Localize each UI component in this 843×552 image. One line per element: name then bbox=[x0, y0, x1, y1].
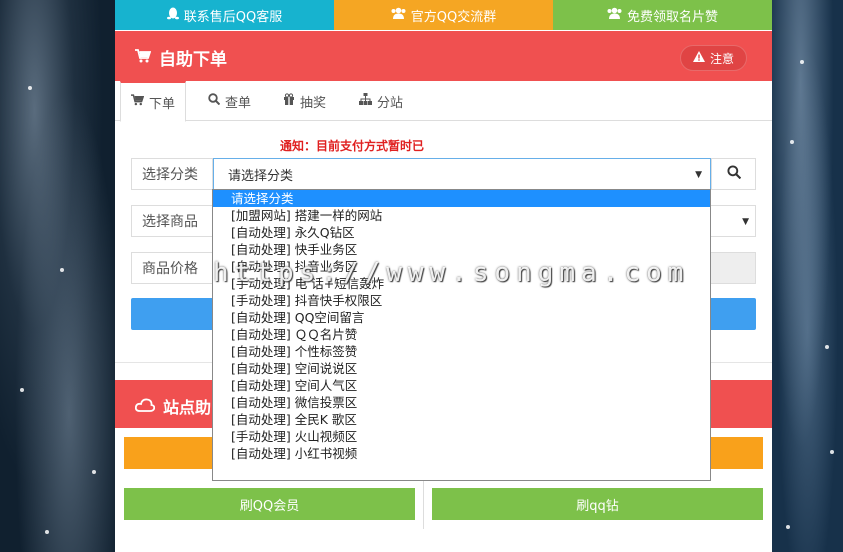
warning-icon bbox=[692, 51, 705, 65]
dropdown-option[interactable]: [自动处理] 小红书视频 bbox=[213, 445, 710, 462]
tab-lottery-label: 抽奖 bbox=[300, 95, 327, 111]
dropdown-option[interactable]: [自动处理] 快手业务区 bbox=[213, 241, 710, 258]
snowflake bbox=[786, 525, 790, 529]
order-panel-title: 自助下单 bbox=[135, 45, 227, 70]
shopping-cart-icon bbox=[131, 94, 145, 110]
tab-query-label: 查单 bbox=[225, 95, 252, 111]
qq-vip-button[interactable]: 刷QQ会员 bbox=[124, 488, 415, 520]
tab-substation-label: 分站 bbox=[377, 95, 404, 111]
search-icon bbox=[726, 165, 741, 183]
snowflake bbox=[825, 345, 829, 349]
top-link-bar: 联系售后QQ客服 官方QQ交流群 免费领取名片赞 bbox=[115, 0, 772, 30]
snowflake bbox=[28, 86, 32, 90]
background-right bbox=[772, 0, 843, 552]
snowflake bbox=[20, 388, 24, 392]
customer-service-label: 联系售后QQ客服 bbox=[183, 9, 283, 25]
qq-vip-button-label: 刷QQ会员 bbox=[239, 498, 300, 514]
price-label: 商品价格 bbox=[131, 252, 213, 284]
notice-button-label: 注意 bbox=[709, 51, 734, 66]
tab-order-label: 下单 bbox=[149, 96, 176, 112]
gift-icon bbox=[283, 93, 295, 109]
cloud-icon bbox=[134, 397, 156, 416]
qq-penguin-icon bbox=[166, 7, 179, 24]
dropdown-option[interactable]: [自动处理] 个性标签赞 bbox=[213, 343, 710, 360]
dropdown-option[interactable]: 请选择分类 bbox=[213, 190, 710, 207]
caret-down-icon: ▼ bbox=[742, 217, 749, 227]
official-group-label: 官方QQ交流群 bbox=[410, 9, 497, 25]
dropdown-option[interactable]: [自动处理] 永久Q钻区 bbox=[213, 224, 710, 241]
order-tabs: 下单 查单 抽奖 分站 bbox=[115, 81, 772, 122]
site-helper-title: 站点助 bbox=[134, 394, 212, 418]
snowflake bbox=[790, 140, 794, 144]
users-icon bbox=[607, 7, 622, 23]
order-panel-title-text: 自助下单 bbox=[159, 50, 227, 70]
caret-down-icon: ▼ bbox=[695, 170, 702, 180]
snowflake bbox=[830, 450, 834, 454]
category-select[interactable]: 请选择分类 ▼ bbox=[213, 158, 711, 190]
dropdown-option[interactable]: [自动处理] ＱＱ名片赞 bbox=[213, 326, 710, 343]
dropdown-option[interactable]: [自动处理] 微信投票区 bbox=[213, 394, 710, 411]
notice-button[interactable]: 注意 bbox=[679, 45, 747, 71]
dropdown-option[interactable]: [自动处理] 空间说说区 bbox=[213, 360, 710, 377]
product-label: 选择商品 bbox=[131, 205, 213, 237]
category-label: 选择分类 bbox=[131, 158, 213, 190]
official-group-link[interactable]: 官方QQ交流群 bbox=[334, 0, 553, 30]
order-panel-header: 自助下单 注意 bbox=[115, 31, 772, 81]
snowflake bbox=[800, 60, 804, 64]
dropdown-option[interactable]: [加盟网站] 搭建一样的网站 bbox=[213, 207, 710, 224]
snowflake bbox=[45, 530, 49, 534]
category-select-value: 请选择分类 bbox=[228, 168, 294, 184]
snowflake bbox=[92, 470, 96, 474]
dropdown-option[interactable]: [手动处理] 抖音快手权限区 bbox=[213, 292, 710, 309]
search-icon bbox=[208, 93, 221, 109]
dropdown-option[interactable]: [自动处理] 全民K 歌区 bbox=[213, 411, 710, 428]
category-row: 选择分类 请选择分类 ▼ bbox=[131, 158, 756, 190]
tab-query[interactable]: 查单 bbox=[208, 81, 251, 121]
site-helper-title-text: 站点助 bbox=[163, 398, 212, 417]
background-left bbox=[0, 0, 115, 552]
qq-diamond-button-label: 刷qq钻 bbox=[576, 498, 619, 514]
qq-diamond-button[interactable]: 刷qq钻 bbox=[432, 488, 763, 520]
category-dropdown-list[interactable]: 请选择分类 [加盟网站] 搭建一样的网站 [自动处理] 永久Q钻区 [自动处理]… bbox=[212, 189, 711, 481]
free-likes-label: 免费领取名片赞 bbox=[626, 9, 718, 25]
tab-order[interactable]: 下单 bbox=[120, 81, 187, 122]
dropdown-option[interactable]: [自动处理] 空间人气区 bbox=[213, 377, 710, 394]
shopping-cart-icon bbox=[135, 48, 152, 68]
divider bbox=[423, 481, 424, 529]
notification-text: 通知：目前支付方式暂时已 bbox=[280, 139, 425, 153]
search-button[interactable] bbox=[711, 158, 756, 190]
tab-lottery[interactable]: 抽奖 bbox=[283, 81, 326, 121]
users-icon bbox=[391, 7, 406, 23]
free-likes-link[interactable]: 免费领取名片赞 bbox=[553, 0, 772, 30]
dropdown-option[interactable]: [自动处理] QQ空间留言 bbox=[213, 309, 710, 326]
tab-substation[interactable]: 分站 bbox=[359, 81, 403, 121]
snowflake bbox=[60, 268, 64, 272]
watermark-text: https://www.songma.com bbox=[213, 258, 690, 288]
customer-service-link[interactable]: 联系售后QQ客服 bbox=[115, 0, 334, 30]
sitemap-icon bbox=[359, 93, 372, 109]
dropdown-option[interactable]: [手动处理] 火山视频区 bbox=[213, 428, 710, 445]
